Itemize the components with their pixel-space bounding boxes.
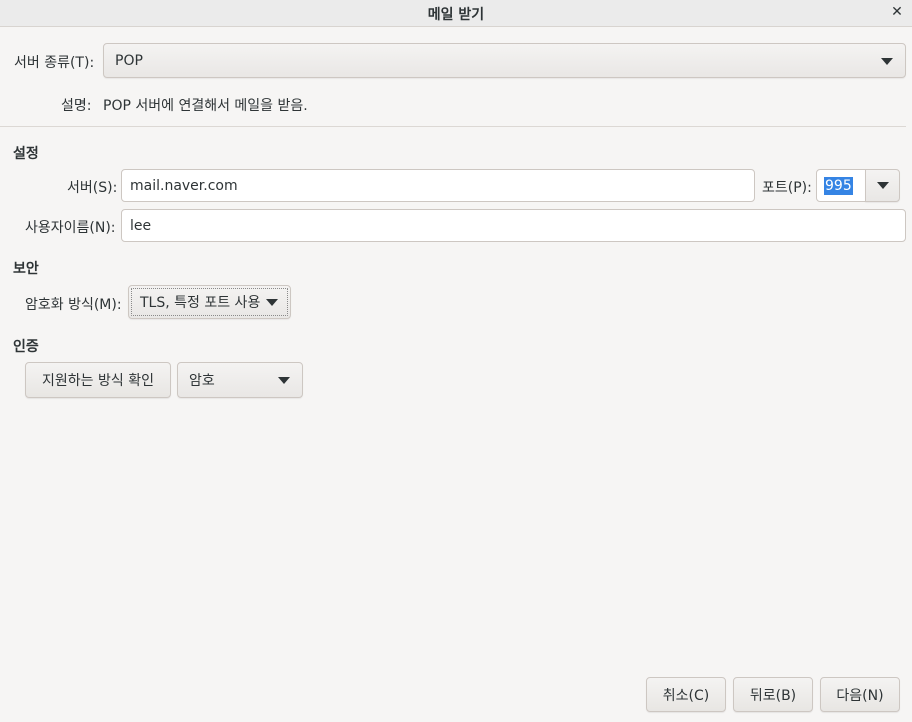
username-label: 사용자이름(N): — [25, 220, 116, 236]
title-bar: 메일 받기 ✕ — [0, 0, 912, 27]
separator — [0, 126, 906, 127]
auth-method-dropdown[interactable]: 암호 — [177, 362, 303, 398]
settings-heading: 설정 — [13, 146, 39, 162]
encryption-value: TLS, 특정 포트 사용 — [140, 295, 261, 311]
security-heading: 보안 — [13, 261, 39, 277]
server-type-dropdown[interactable]: POP — [103, 43, 906, 78]
chevron-down-icon — [877, 182, 889, 189]
server-input-value: mail.naver.com — [130, 177, 238, 194]
username-input-value: lee — [130, 217, 152, 234]
server-input[interactable]: mail.naver.com — [121, 169, 755, 202]
window-title: 메일 받기 — [427, 7, 485, 23]
chevron-down-icon — [266, 299, 278, 306]
server-type-label: 서버 종류(T): — [14, 55, 95, 71]
auth-method-value: 암호 — [189, 373, 215, 389]
encryption-dropdown[interactable]: TLS, 특정 포트 사용 — [128, 285, 291, 319]
back-button-label: 뒤로(B) — [749, 687, 797, 704]
description-text: POP 서버에 연결해서 메일을 받음. — [103, 98, 308, 114]
cancel-button[interactable]: 취소(C) — [646, 677, 726, 712]
close-icon[interactable]: ✕ — [888, 3, 906, 21]
server-type-value: POP — [115, 52, 143, 69]
description-label: 설명: — [61, 98, 92, 114]
auth-heading: 인증 — [13, 339, 39, 355]
check-supported-methods-button[interactable]: 지원하는 방식 확인 — [25, 362, 171, 398]
chevron-down-icon — [881, 58, 893, 65]
server-label: 서버(S): — [67, 180, 118, 196]
encryption-label: 암호화 방식(M): — [25, 297, 122, 313]
chevron-down-icon — [278, 377, 290, 384]
next-button-label: 다음(N) — [836, 687, 884, 704]
check-supported-methods-label: 지원하는 방식 확인 — [42, 373, 154, 389]
port-input[interactable]: 995 — [816, 169, 866, 202]
username-input[interactable]: lee — [121, 209, 906, 242]
next-button[interactable]: 다음(N) — [820, 677, 900, 712]
port-dropdown-button[interactable] — [865, 169, 900, 202]
port-label: 포트(P): — [762, 180, 812, 196]
port-input-value: 995 — [824, 176, 853, 195]
back-button[interactable]: 뒤로(B) — [733, 677, 813, 712]
cancel-button-label: 취소(C) — [662, 687, 710, 704]
